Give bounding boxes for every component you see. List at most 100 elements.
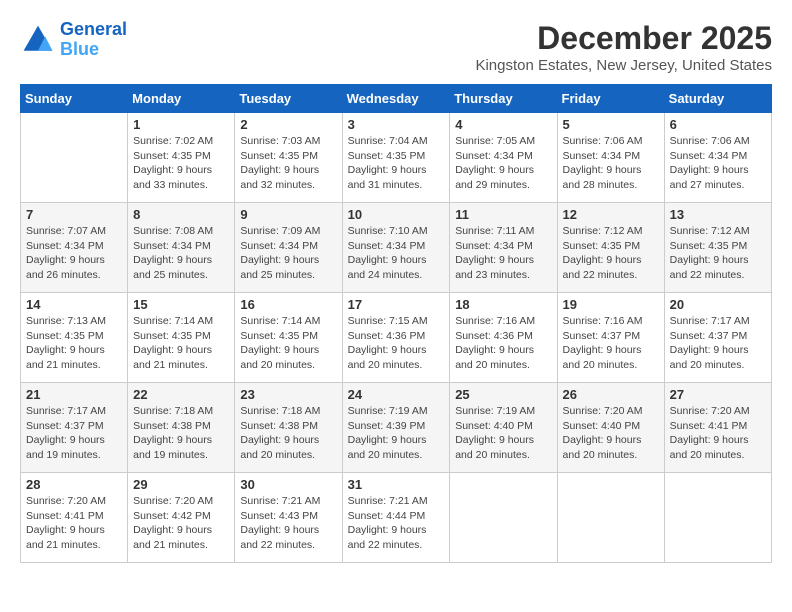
day-cell: 28 Sunrise: 7:20 AM Sunset: 4:41 PM Dayli… xyxy=(21,473,128,563)
day-info: Sunrise: 7:19 AM Sunset: 4:40 PM Dayligh… xyxy=(455,404,551,463)
day-cell: 22 Sunrise: 7:18 AM Sunset: 4:38 PM Dayli… xyxy=(128,383,235,473)
day-cell: 15 Sunrise: 7:14 AM Sunset: 4:35 PM Dayli… xyxy=(128,293,235,383)
day-cell: 18Sunrise: 7:16 AM Sunset: 4:36 PM Dayli… xyxy=(450,293,557,383)
day-number: 17 xyxy=(348,297,445,312)
day-header-saturday: Saturday xyxy=(664,85,771,113)
day-cell: 31 Sunrise: 7:21 AM Sunset: 4:44 PM Dayli… xyxy=(342,473,450,563)
day-cell: 27 Sunrise: 7:20 AM Sunset: 4:41 PM Dayli… xyxy=(664,383,771,473)
day-header-wednesday: Wednesday xyxy=(342,85,450,113)
day-cell: 25 Sunrise: 7:19 AM Sunset: 4:40 PM Dayli… xyxy=(450,383,557,473)
day-header-friday: Friday xyxy=(557,85,664,113)
day-info: Sunrise: 7:17 AM Sunset: 4:37 PM Dayligh… xyxy=(670,314,766,373)
week-row-1: 1Sunrise: 7:02 AM Sunset: 4:35 PM Daylig… xyxy=(21,113,772,203)
location-title: Kingston Estates, New Jersey, United Sta… xyxy=(475,57,772,74)
day-cell: 12Sunrise: 7:12 AM Sunset: 4:35 PM Dayli… xyxy=(557,203,664,293)
day-info: Sunrise: 7:18 AM Sunset: 4:38 PM Dayligh… xyxy=(133,404,229,463)
week-row-4: 21 Sunrise: 7:17 AM Sunset: 4:37 PM Dayli… xyxy=(21,383,772,473)
day-info: Sunrise: 7:12 AM Sunset: 4:35 PM Dayligh… xyxy=(670,224,766,283)
day-cell: 23 Sunrise: 7:18 AM Sunset: 4:38 PM Dayli… xyxy=(235,383,342,473)
day-cell: 11Sunrise: 7:11 AM Sunset: 4:34 PM Dayli… xyxy=(450,203,557,293)
day-number: 16 xyxy=(240,297,336,312)
day-info: Sunrise: 7:20 AM Sunset: 4:41 PM Dayligh… xyxy=(670,404,766,463)
day-cell: 17 Sunrise: 7:15 AM Sunset: 4:36 PM Dayli… xyxy=(342,293,450,383)
title-block: December 2025 Kingston Estates, New Jers… xyxy=(475,20,772,74)
day-number: 24 xyxy=(348,387,445,402)
day-info: Sunrise: 7:21 AM Sunset: 4:43 PM Dayligh… xyxy=(240,494,336,553)
day-info: Sunrise: 7:07 AM Sunset: 4:34 PM Dayligh… xyxy=(26,224,122,283)
day-cell: 10 Sunrise: 7:10 AM Sunset: 4:34 PM Dayli… xyxy=(342,203,450,293)
month-title: December 2025 xyxy=(475,20,772,57)
day-number: 11 xyxy=(455,207,551,222)
day-number: 6 xyxy=(670,117,766,132)
day-number: 21 xyxy=(26,387,122,402)
day-cell: 29Sunrise: 7:20 AM Sunset: 4:42 PM Dayli… xyxy=(128,473,235,563)
day-number: 2 xyxy=(240,117,336,132)
day-number: 8 xyxy=(133,207,229,222)
day-cell: 24 Sunrise: 7:19 AM Sunset: 4:39 PM Dayli… xyxy=(342,383,450,473)
day-info: Sunrise: 7:14 AM Sunset: 4:35 PM Dayligh… xyxy=(133,314,229,373)
day-number: 10 xyxy=(348,207,445,222)
day-cell xyxy=(450,473,557,563)
day-info: Sunrise: 7:08 AM Sunset: 4:34 PM Dayligh… xyxy=(133,224,229,283)
calendar-table: SundayMondayTuesdayWednesdayThursdayFrid… xyxy=(20,84,772,563)
day-number: 12 xyxy=(563,207,659,222)
logo-text: General Blue xyxy=(60,20,127,60)
day-info: Sunrise: 7:16 AM Sunset: 4:37 PM Dayligh… xyxy=(563,314,659,373)
day-cell: 4Sunrise: 7:05 AM Sunset: 4:34 PM Daylig… xyxy=(450,113,557,203)
day-cell: 16 Sunrise: 7:14 AM Sunset: 4:35 PM Dayli… xyxy=(235,293,342,383)
day-number: 19 xyxy=(563,297,659,312)
day-number: 28 xyxy=(26,477,122,492)
day-cell xyxy=(21,113,128,203)
day-info: Sunrise: 7:21 AM Sunset: 4:44 PM Dayligh… xyxy=(348,494,445,553)
day-number: 4 xyxy=(455,117,551,132)
day-header-sunday: Sunday xyxy=(21,85,128,113)
day-info: Sunrise: 7:13 AM Sunset: 4:35 PM Dayligh… xyxy=(26,314,122,373)
day-cell: 3 Sunrise: 7:04 AM Sunset: 4:35 PM Daylig… xyxy=(342,113,450,203)
day-info: Sunrise: 7:15 AM Sunset: 4:36 PM Dayligh… xyxy=(348,314,445,373)
day-cell: 5 Sunrise: 7:06 AM Sunset: 4:34 PM Daylig… xyxy=(557,113,664,203)
day-cell xyxy=(664,473,771,563)
calendar-body: 1Sunrise: 7:02 AM Sunset: 4:35 PM Daylig… xyxy=(21,113,772,563)
day-cell: 8 Sunrise: 7:08 AM Sunset: 4:34 PM Daylig… xyxy=(128,203,235,293)
day-number: 31 xyxy=(348,477,445,492)
day-info: Sunrise: 7:10 AM Sunset: 4:34 PM Dayligh… xyxy=(348,224,445,283)
day-info: Sunrise: 7:18 AM Sunset: 4:38 PM Dayligh… xyxy=(240,404,336,463)
day-info: Sunrise: 7:14 AM Sunset: 4:35 PM Dayligh… xyxy=(240,314,336,373)
logo: General Blue xyxy=(20,20,127,60)
day-number: 20 xyxy=(670,297,766,312)
day-number: 25 xyxy=(455,387,551,402)
day-cell: 21 Sunrise: 7:17 AM Sunset: 4:37 PM Dayli… xyxy=(21,383,128,473)
day-number: 3 xyxy=(348,117,445,132)
day-info: Sunrise: 7:20 AM Sunset: 4:41 PM Dayligh… xyxy=(26,494,122,553)
day-number: 14 xyxy=(26,297,122,312)
day-number: 30 xyxy=(240,477,336,492)
day-number: 9 xyxy=(240,207,336,222)
day-info: Sunrise: 7:16 AM Sunset: 4:36 PM Dayligh… xyxy=(455,314,551,373)
day-number: 5 xyxy=(563,117,659,132)
day-info: Sunrise: 7:03 AM Sunset: 4:35 PM Dayligh… xyxy=(240,134,336,193)
day-number: 23 xyxy=(240,387,336,402)
day-number: 27 xyxy=(670,387,766,402)
day-number: 22 xyxy=(133,387,229,402)
day-info: Sunrise: 7:04 AM Sunset: 4:35 PM Dayligh… xyxy=(348,134,445,193)
day-number: 15 xyxy=(133,297,229,312)
day-cell: 6Sunrise: 7:06 AM Sunset: 4:34 PM Daylig… xyxy=(664,113,771,203)
day-info: Sunrise: 7:06 AM Sunset: 4:34 PM Dayligh… xyxy=(563,134,659,193)
week-row-2: 7 Sunrise: 7:07 AM Sunset: 4:34 PM Daylig… xyxy=(21,203,772,293)
day-info: Sunrise: 7:17 AM Sunset: 4:37 PM Dayligh… xyxy=(26,404,122,463)
day-info: Sunrise: 7:02 AM Sunset: 4:35 PM Dayligh… xyxy=(133,134,229,193)
day-cell xyxy=(557,473,664,563)
day-number: 7 xyxy=(26,207,122,222)
day-info: Sunrise: 7:19 AM Sunset: 4:39 PM Dayligh… xyxy=(348,404,445,463)
day-info: Sunrise: 7:20 AM Sunset: 4:42 PM Dayligh… xyxy=(133,494,229,553)
week-row-3: 14 Sunrise: 7:13 AM Sunset: 4:35 PM Dayli… xyxy=(21,293,772,383)
calendar-header-row: SundayMondayTuesdayWednesdayThursdayFrid… xyxy=(21,85,772,113)
day-info: Sunrise: 7:09 AM Sunset: 4:34 PM Dayligh… xyxy=(240,224,336,283)
day-number: 26 xyxy=(563,387,659,402)
day-cell: 2 Sunrise: 7:03 AM Sunset: 4:35 PM Daylig… xyxy=(235,113,342,203)
day-header-tuesday: Tuesday xyxy=(235,85,342,113)
day-cell: 26Sunrise: 7:20 AM Sunset: 4:40 PM Dayli… xyxy=(557,383,664,473)
day-number: 13 xyxy=(670,207,766,222)
logo-icon xyxy=(20,22,56,58)
day-cell: 1Sunrise: 7:02 AM Sunset: 4:35 PM Daylig… xyxy=(128,113,235,203)
